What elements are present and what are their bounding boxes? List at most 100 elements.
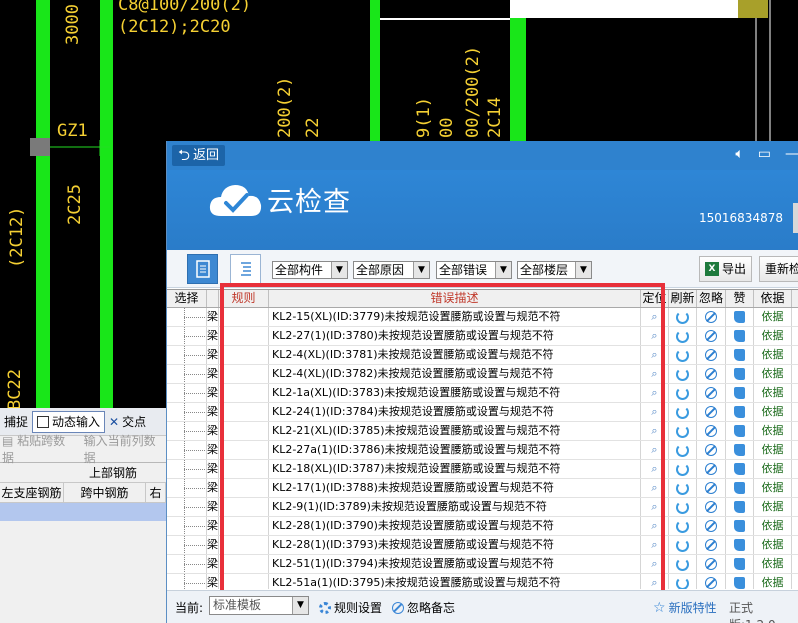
locate-icon[interactable]: ⌕	[641, 441, 669, 459]
locate-icon[interactable]: ⌕	[641, 384, 669, 402]
refresh-button[interactable]	[669, 441, 697, 459]
row-select[interactable]	[167, 327, 207, 345]
table-row[interactable]: 梁 KL2-4(XL)(ID:3782)未按规范设置腰筋或设置与规范不符 ⌕ 依据	[167, 365, 798, 384]
chat-icon[interactable]: ▭	[758, 146, 771, 162]
col-refresh[interactable]: 刷新	[669, 290, 697, 307]
row-desc[interactable]: KL2-15(XL)(ID:3779)未按规范设置腰筋或设置与规范不符	[269, 308, 641, 326]
basis-link[interactable]: 依据	[754, 365, 792, 383]
table-row[interactable]: 梁 KL2-15(XL)(ID:3779)未按规范设置腰筋或设置与规范不符 ⌕ 依据	[167, 308, 798, 327]
refresh-button[interactable]	[669, 574, 697, 589]
like-button[interactable]	[726, 574, 754, 589]
locate-icon[interactable]: ⌕	[641, 498, 669, 516]
row-select[interactable]	[167, 365, 207, 383]
col-right[interactable]: 右	[146, 483, 166, 502]
ignore-button[interactable]	[697, 536, 726, 554]
basis-link[interactable]: 依据	[754, 555, 792, 573]
basis-link[interactable]: 依据	[754, 441, 792, 459]
col-locate[interactable]: 定位	[641, 290, 669, 307]
basis-link[interactable]: 依据	[754, 498, 792, 516]
table-row[interactable]: 梁 KL2-28(1)(ID:3790)未按规范设置腰筋或设置与规范不符 ⌕ 依据	[167, 517, 798, 536]
export-button[interactable]: X 导出	[699, 256, 753, 282]
ignore-notes-button[interactable]: 忽略备忘	[392, 599, 455, 616]
table-row[interactable]: 梁 KL2-27a(1)(ID:3786)未按规范设置腰筋或设置与规范不符 ⌕ 依据	[167, 441, 798, 460]
filter-component[interactable]: 全部构件 ▼	[272, 261, 348, 279]
ignore-button[interactable]	[697, 441, 726, 459]
like-button[interactable]	[726, 308, 754, 326]
minimize-icon[interactable]: —	[785, 146, 798, 162]
ignore-button[interactable]	[697, 574, 726, 589]
row-select[interactable]	[167, 384, 207, 402]
basis-link[interactable]: 依据	[754, 479, 792, 497]
refresh-button[interactable]	[669, 536, 697, 554]
refresh-button[interactable]	[669, 308, 697, 326]
locate-icon[interactable]: ⌕	[641, 555, 669, 573]
table-row[interactable]: 梁 KL2-28(1)(ID:3793)未按规范设置腰筋或设置与规范不符 ⌕ 依据	[167, 536, 798, 555]
like-button[interactable]	[726, 555, 754, 573]
basis-link[interactable]: 依据	[754, 517, 792, 535]
rule-settings-button[interactable]: 规则设置	[319, 599, 382, 616]
refresh-button[interactable]	[669, 517, 697, 535]
basis-link[interactable]: 依据	[754, 327, 792, 345]
table-row[interactable]: 梁 KL2-24(1)(ID:3784)未按规范设置腰筋或设置与规范不符 ⌕ 依据	[167, 403, 798, 422]
row-select[interactable]	[167, 441, 207, 459]
ignore-button[interactable]	[697, 498, 726, 516]
basis-link[interactable]: 依据	[754, 384, 792, 402]
locate-icon[interactable]: ⌕	[641, 517, 669, 535]
row-select[interactable]	[167, 346, 207, 364]
ignore-button[interactable]	[697, 346, 726, 364]
row-desc[interactable]: KL2-4(XL)(ID:3782)未按规范设置腰筋或设置与规范不符	[269, 365, 641, 383]
basis-link[interactable]: 依据	[754, 460, 792, 478]
row-select[interactable]	[167, 308, 207, 326]
locate-icon[interactable]: ⌕	[641, 460, 669, 478]
basis-link[interactable]: 依据	[754, 346, 792, 364]
like-button[interactable]	[726, 498, 754, 516]
row-select[interactable]	[167, 498, 207, 516]
row-desc[interactable]: KL2-9(1)(ID:3789)未按规范设置腰筋或设置与规范不符	[269, 498, 641, 516]
filter-reason[interactable]: 全部原因 ▼	[353, 261, 430, 279]
row-select[interactable]	[167, 536, 207, 554]
col-left-support[interactable]: 左支座钢筋	[0, 483, 64, 502]
row-desc[interactable]: KL2-28(1)(ID:3790)未按规范设置腰筋或设置与规范不符	[269, 517, 641, 535]
row-select[interactable]	[167, 555, 207, 573]
like-button[interactable]	[726, 346, 754, 364]
ignore-button[interactable]	[697, 460, 726, 478]
like-button[interactable]	[726, 479, 754, 497]
ignore-button[interactable]	[697, 422, 726, 440]
like-button[interactable]	[726, 536, 754, 554]
like-button[interactable]	[726, 441, 754, 459]
col-basis[interactable]: 依据	[754, 290, 792, 307]
ignore-button[interactable]	[697, 555, 726, 573]
like-button[interactable]	[726, 403, 754, 421]
basis-link[interactable]: 依据	[754, 422, 792, 440]
col-mid-span[interactable]: 跨中钢筋	[64, 483, 146, 502]
row-desc[interactable]: KL2-4(XL)(ID:3781)未按规范设置腰筋或设置与规范不符	[269, 346, 641, 364]
basis-link[interactable]: 依据	[754, 308, 792, 326]
refresh-button[interactable]	[669, 365, 697, 383]
col-select[interactable]: 选择	[167, 290, 207, 307]
tab-list-view[interactable]	[187, 254, 218, 284]
refresh-button[interactable]	[669, 422, 697, 440]
row-desc[interactable]: KL2-21(XL)(ID:3785)未按规范设置腰筋或设置与规范不符	[269, 422, 641, 440]
row-desc[interactable]: KL2-27a(1)(ID:3786)未按规范设置腰筋或设置与规范不符	[269, 441, 641, 459]
snap-toggle[interactable]: 捕捉	[4, 411, 28, 433]
locate-icon[interactable]: ⌕	[641, 327, 669, 345]
row-select[interactable]	[167, 517, 207, 535]
like-button[interactable]	[726, 422, 754, 440]
refresh-button[interactable]	[669, 498, 697, 516]
table-row[interactable]: 梁 KL2-21(XL)(ID:3785)未按规范设置腰筋或设置与规范不符 ⌕ 依据	[167, 422, 798, 441]
recheck-button[interactable]: 重新检	[759, 256, 798, 282]
col-rule[interactable]: 规则	[219, 290, 269, 307]
table-row[interactable]: 梁 KL2-17(1)(ID:3788)未按规范设置腰筋或设置与规范不符 ⌕ 依据	[167, 479, 798, 498]
col-ignore[interactable]: 忽略	[697, 290, 726, 307]
input-column-button[interactable]: 输入当前列数据	[84, 432, 158, 466]
ignore-button[interactable]	[697, 365, 726, 383]
col-like[interactable]: 赞	[726, 290, 754, 307]
locate-icon[interactable]: ⌕	[641, 422, 669, 440]
table-row[interactable]: 梁 KL2-4(XL)(ID:3781)未按规范设置腰筋或设置与规范不符 ⌕ 依据	[167, 346, 798, 365]
like-button[interactable]	[726, 327, 754, 345]
row-desc[interactable]: KL2-28(1)(ID:3793)未按规范设置腰筋或设置与规范不符	[269, 536, 641, 554]
row-desc[interactable]: KL2-18(XL)(ID:3787)未按规范设置腰筋或设置与规范不符	[269, 460, 641, 478]
locate-icon[interactable]: ⌕	[641, 403, 669, 421]
basis-link[interactable]: 依据	[754, 574, 792, 589]
ignore-button[interactable]	[697, 327, 726, 345]
